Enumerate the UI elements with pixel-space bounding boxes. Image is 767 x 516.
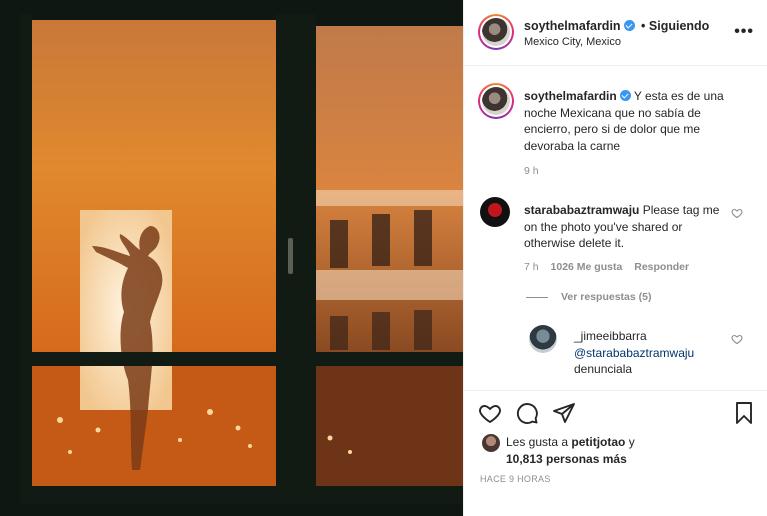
reply-like-heart-icon[interactable] [731, 333, 743, 345]
comment-username[interactable]: starababaztramwaju [524, 203, 639, 217]
reply-text: denunciala [574, 362, 633, 376]
verified-icon [619, 90, 631, 101]
commenter-avatar[interactable] [480, 197, 510, 227]
reply-button[interactable]: Responder [634, 261, 689, 273]
post-actions: Les gusta a petitjotao y 10,813 personas… [464, 390, 767, 516]
reply-avatar[interactable] [529, 325, 557, 353]
comment-like-heart-icon[interactable] [731, 207, 743, 219]
window-silhouette-photo [0, 0, 463, 516]
likes-prefix: Les gusta a [506, 435, 569, 449]
caption-avatar[interactable] [478, 83, 514, 119]
comment-likes[interactable]: 1026 Me gusta [551, 261, 623, 273]
comment-meta: 7 h 1026 Me gusta Responder [524, 261, 698, 273]
view-replies-button[interactable]: Ver respuestas (5) [561, 291, 651, 303]
post-panel: soythelmafardin • Siguiendo Mexico City,… [463, 0, 767, 516]
likes-count[interactable]: 10,813 personas más [506, 452, 627, 466]
share-icon[interactable] [552, 401, 576, 425]
post-time-ago[interactable]: HACE 9 HORAS [480, 474, 551, 484]
author-username[interactable]: soythelmafardin [524, 19, 621, 33]
comments-section: soythelmafardin Y esta es de una noche M… [464, 67, 767, 389]
likes-suffix: y [628, 435, 635, 449]
bookmark-icon[interactable] [732, 401, 756, 425]
follow-status[interactable]: • Siguiendo [641, 19, 709, 33]
reply-body: _jimeeibbarra @starababaztramwaju denunc… [574, 328, 734, 378]
caption-username[interactable]: soythelmafardin [524, 89, 617, 103]
verified-icon [623, 20, 635, 31]
likes-summary: Les gusta a petitjotao y [506, 435, 635, 449]
comment-body: starababaztramwaju Please tag me on the … [524, 202, 729, 252]
caption-time[interactable]: 9 h [524, 165, 539, 177]
more-icon[interactable]: ••• [734, 24, 754, 40]
liker-username[interactable]: petitjotao [571, 435, 625, 449]
post-caption: soythelmafardin Y esta es de una noche M… [524, 88, 734, 154]
author-avatar[interactable] [478, 14, 514, 50]
reply-username[interactable]: _jimeeibbarra [574, 329, 647, 343]
post-location[interactable]: Mexico City, Mexico [524, 36, 621, 48]
heart-icon[interactable] [478, 401, 502, 425]
comment-time[interactable]: 7 h [524, 261, 539, 273]
post-header: soythelmafardin • Siguiendo Mexico City,… [464, 0, 767, 66]
reply-mention[interactable]: @starababaztramwaju [574, 346, 694, 360]
post-photo[interactable] [0, 0, 463, 516]
replies-divider [526, 297, 548, 298]
comment-icon[interactable] [515, 401, 539, 425]
author-name-row: soythelmafardin • Siguiendo [524, 19, 709, 33]
liker-avatar[interactable] [482, 434, 500, 452]
